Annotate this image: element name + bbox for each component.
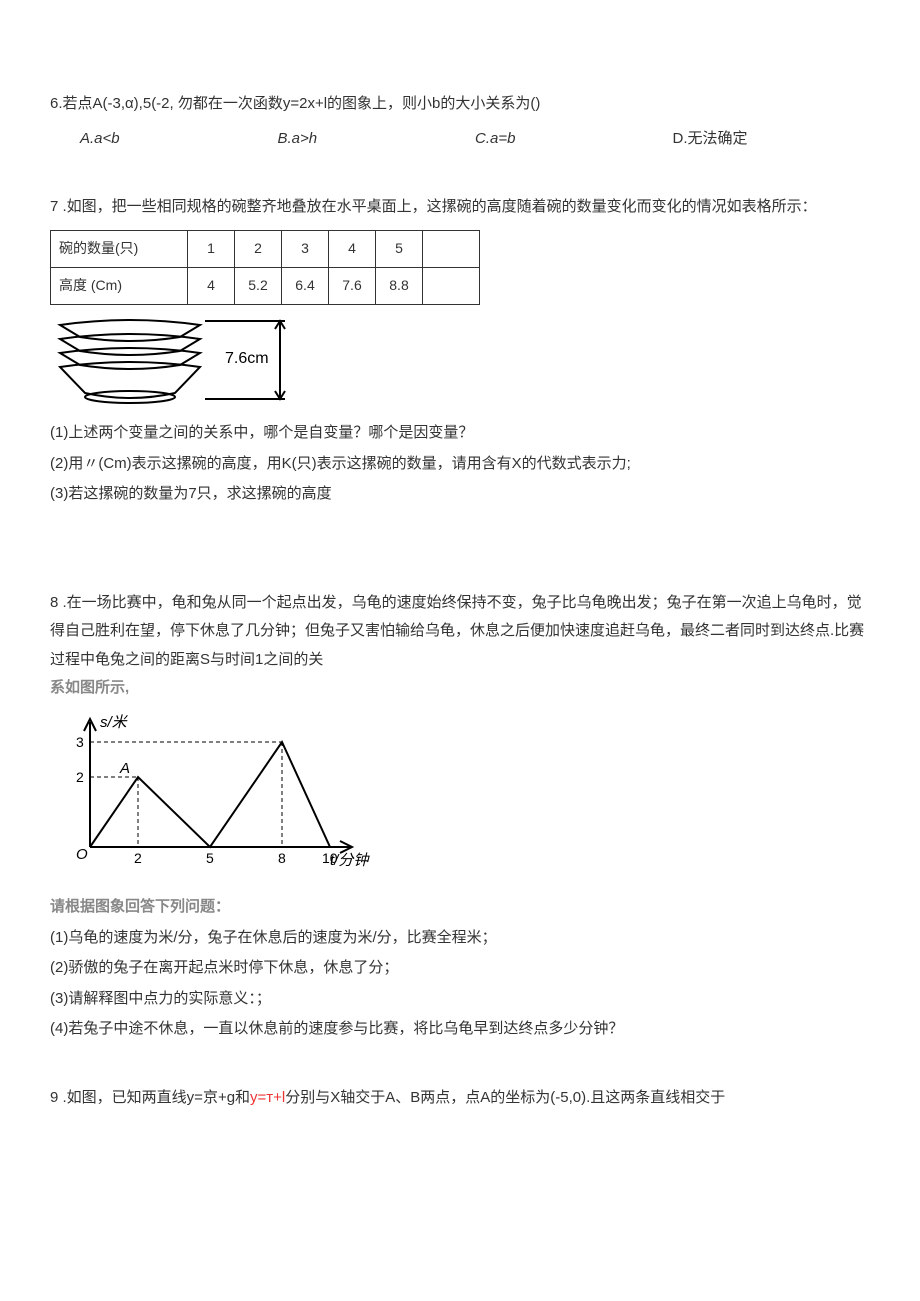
svg-text:3: 3 <box>76 734 84 750</box>
q7-sub3: (3)若这摞碗的数量为7只，求这摞碗的高度 <box>50 480 870 509</box>
q7-table: 碗的数量(只) 1 2 3 4 5 高度 (Cm) 4 5.2 6.4 7.6 … <box>50 230 480 305</box>
cell: 1 <box>188 230 235 267</box>
cell-empty <box>423 230 480 267</box>
cell: 5 <box>376 230 423 267</box>
q6-options: A.a<b B.a>h C.a=b D.无法确定 <box>80 125 870 154</box>
svg-text:2: 2 <box>76 769 84 785</box>
q9-pre: 9 .如图，已知两直线y=京+g和 <box>50 1089 250 1106</box>
y-axis-label: s/米 <box>100 714 129 731</box>
cell: 7.6 <box>329 267 376 304</box>
cell: 3 <box>282 230 329 267</box>
table-row: 碗的数量(只) 1 2 3 4 5 <box>51 230 480 267</box>
q6-option-b: B.a>h <box>278 125 476 154</box>
q8-grey1: 系如图所示, <box>50 674 870 703</box>
cell-empty <box>423 267 480 304</box>
q6-option-a: A.a<b <box>80 125 278 154</box>
q7-sub2: (2)用〃(Cm)表示这摞碗的高度，用K(只)表示这摞碗的数量，请用含有X的代数… <box>50 450 870 479</box>
cell: 5.2 <box>235 267 282 304</box>
q8-sub2: (2)骄傲的兔子在离开起点米时停下休息，休息了分； <box>50 954 870 983</box>
q9-post: 分别与X轴交于A、B两点，点A的坐标为(-5,0).且这两条直线相交于 <box>285 1089 725 1106</box>
question-8: 8 .在一场比赛中，龟和兔从同一个起点出发，乌龟的速度始终保持不变，兔子比乌龟晚… <box>50 589 870 1044</box>
bowl-height-label: 7.6cm <box>225 350 269 367</box>
svg-text:5: 5 <box>206 850 214 866</box>
bowl-stack-figure: 7.6cm <box>50 307 310 407</box>
q6-option-d: D.无法确定 <box>673 125 871 154</box>
cell: 4 <box>188 267 235 304</box>
cell: 8.8 <box>376 267 423 304</box>
row2-label: 高度 (Cm) <box>51 267 188 304</box>
svg-text:8: 8 <box>278 850 286 866</box>
q7-text: 7 .如图，把一些相同规格的碗整齐地叠放在水平桌面上，这摞碗的高度随着碗的数量变… <box>50 193 870 222</box>
cell: 6.4 <box>282 267 329 304</box>
q8-text: 8 .在一场比赛中，龟和兔从同一个起点出发，乌龟的速度始终保持不变，兔子比乌龟晚… <box>50 589 870 675</box>
point-a-label: A <box>119 760 130 777</box>
cell: 4 <box>329 230 376 267</box>
q6-option-c: C.a=b <box>475 125 673 154</box>
cell: 2 <box>235 230 282 267</box>
q9-red: y=т+l <box>250 1089 285 1106</box>
q6-text: 6.若点A(-3,α),5(-2, 勿都在一次函数y=2x+l的图象上，则小b的… <box>50 90 870 119</box>
q8-grey2: 请根据图象回答下列问题： <box>50 893 870 922</box>
table-row: 高度 (Cm) 4 5.2 6.4 7.6 8.8 <box>51 267 480 304</box>
question-7: 7 .如图，把一些相同规格的碗整齐地叠放在水平桌面上，这摞碗的高度随着碗的数量变… <box>50 193 870 509</box>
q8-sub4: (4)若兔子中途不休息，一直以休息前的速度参与比赛，将比乌龟早到达终点多少分钟？ <box>50 1015 870 1044</box>
distance-time-chart: s/米 t/分钟 2 3 2 5 8 10 O A <box>50 707 370 877</box>
svg-text:2: 2 <box>134 850 142 866</box>
svg-text:10: 10 <box>322 850 338 866</box>
q7-sub1: (1)上述两个变量之间的关系中，哪个是自变量？哪个是因变量？ <box>50 419 870 448</box>
question-6: 6.若点A(-3,α),5(-2, 勿都在一次函数y=2x+l的图象上，则小b的… <box>50 90 870 153</box>
question-9: 9 .如图，已知两直线y=京+g和y=т+l分别与X轴交于A、B两点，点A的坐标… <box>50 1084 870 1113</box>
row1-label: 碗的数量(只) <box>51 230 188 267</box>
q8-sub1: (1)乌龟的速度为米/分，兔子在休息后的速度为米/分，比赛全程米； <box>50 924 870 953</box>
origin-label: O <box>76 846 88 863</box>
q8-sub3: (3)请解释图中点力的实际意义：； <box>50 985 870 1014</box>
